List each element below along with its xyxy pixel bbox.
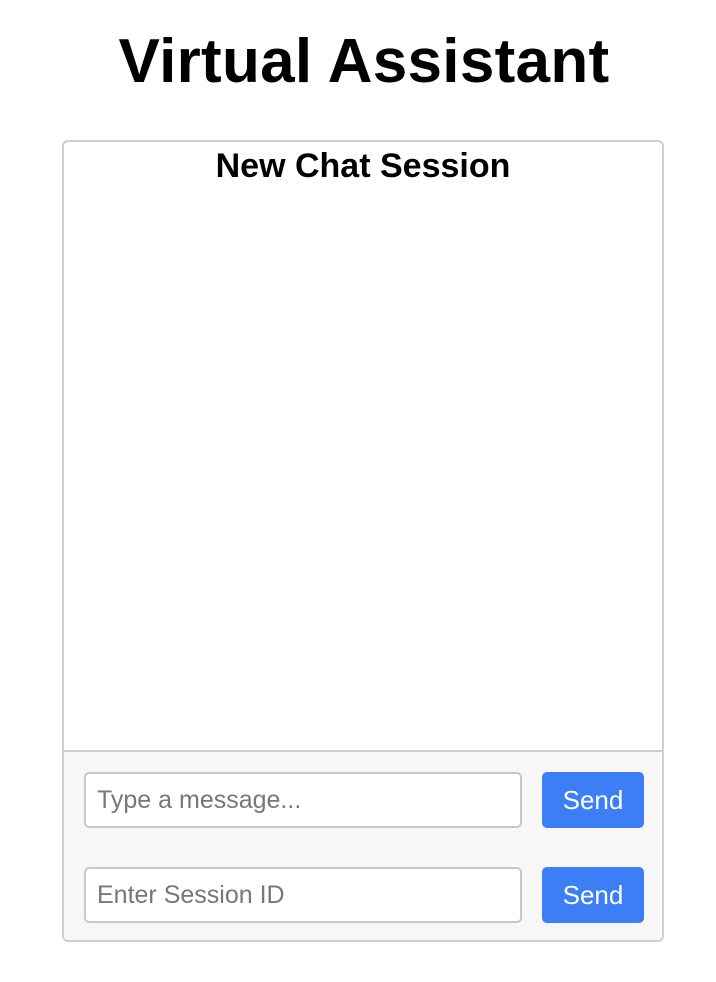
- chat-window: New Chat Session Send Send: [62, 140, 664, 942]
- send-session-button[interactable]: Send: [542, 867, 644, 923]
- input-area: Send Send: [64, 750, 662, 940]
- session-id-input[interactable]: [84, 867, 522, 923]
- message-input[interactable]: [84, 772, 522, 828]
- messages-area[interactable]: [64, 190, 662, 750]
- page-title: Virtual Assistant: [118, 27, 610, 96]
- message-input-row: Send: [84, 772, 646, 828]
- session-input-row: Send: [84, 867, 646, 923]
- chat-session-title: New Chat Session: [215, 147, 511, 185]
- send-message-button[interactable]: Send: [542, 772, 644, 828]
